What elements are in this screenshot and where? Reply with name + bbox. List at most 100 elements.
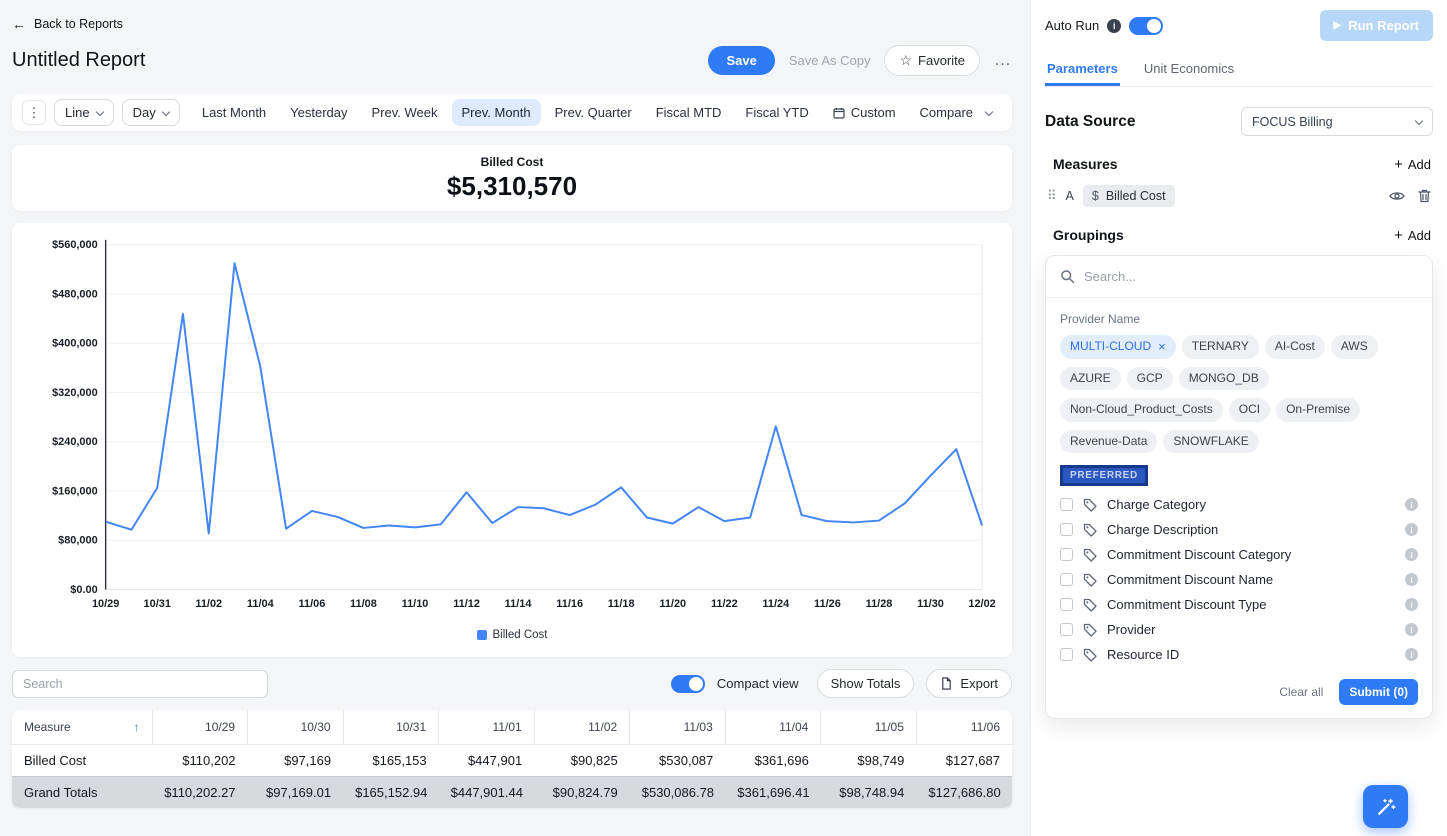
export-button[interactable]: Export	[926, 669, 1012, 698]
column-header-11-05[interactable]: 11/05	[820, 710, 917, 745]
preset-prev-week[interactable]: Prev. Week	[362, 99, 448, 126]
tab-parameters[interactable]: Parameters	[1045, 51, 1120, 86]
info-icon[interactable]: i	[1405, 573, 1418, 587]
auto-run-toggle[interactable]	[1129, 16, 1164, 35]
info-icon[interactable]: i	[1405, 623, 1418, 637]
show-totals-button[interactable]: Show Totals	[816, 669, 915, 698]
column-header-11-03[interactable]: 11/03	[629, 710, 726, 745]
checkbox[interactable]	[1060, 573, 1073, 587]
clear-all-button[interactable]: Clear all	[1279, 685, 1323, 699]
grouping-option-charge-description[interactable]: Charge Description i	[1060, 517, 1418, 542]
info-icon[interactable]: i	[1405, 598, 1418, 612]
checkbox[interactable]	[1060, 598, 1073, 612]
preset-yesterday[interactable]: Yesterday	[280, 99, 357, 126]
provider-chip-azure[interactable]: AZURE	[1060, 366, 1121, 391]
visibility-eye-icon[interactable]	[1389, 190, 1405, 202]
table-row[interactable]: Billed Cost $110,202 $97,169 $165,153 $447,9…	[12, 745, 1012, 777]
billed-cost-line-chart[interactable]: $0.00 $80,000 $160,000 $240,000 $320,000 $400…	[20, 231, 1004, 623]
info-icon[interactable]: i	[1405, 523, 1418, 537]
svg-text:12/02: 12/02	[968, 598, 995, 610]
info-icon[interactable]: i	[1405, 648, 1418, 662]
grouping-option-commitment-discount-name[interactable]: Commitment Discount Name i	[1060, 567, 1418, 592]
provider-chip-non-cloud-product-costs[interactable]: Non-Cloud_Product_Costs	[1060, 398, 1223, 422]
remove-filter-icon[interactable]: ×	[1158, 340, 1166, 353]
provider-chip-revenue-data[interactable]: Revenue-Data	[1060, 429, 1158, 454]
toolbar-menu-button[interactable]: ⋮	[22, 100, 46, 125]
column-header-11-04[interactable]: 11/04	[724, 710, 821, 745]
add-measure-button[interactable]: + Add	[1394, 157, 1431, 172]
grouping-option-resource-id[interactable]: Resource ID i	[1060, 642, 1418, 667]
granularity-select[interactable]: Day	[121, 99, 180, 126]
checkbox[interactable]	[1060, 523, 1073, 537]
preset-fiscal-ytd[interactable]: Fiscal YTD	[735, 99, 818, 126]
back-to-reports-link[interactable]: Back to Reports	[34, 17, 123, 31]
provider-chip-ternary[interactable]: TERNARY	[1181, 335, 1259, 359]
preset-custom[interactable]: Custom	[823, 99, 906, 126]
column-header-10-31[interactable]: 10/31	[342, 710, 439, 745]
preset-last-month[interactable]: Last Month	[192, 99, 276, 126]
info-icon[interactable]: i	[1405, 548, 1418, 562]
preset-prev-month[interactable]: Prev. Month	[451, 99, 541, 126]
info-icon[interactable]: i	[1405, 498, 1418, 512]
svg-text:11/10: 11/10	[402, 598, 429, 610]
cell-value: $165,153	[372, 753, 427, 768]
kpi-value: $5,310,570	[446, 170, 578, 201]
parameters-panel: Auto Run i ▶ Run Report Parameters Unit …	[1030, 0, 1447, 836]
more-options-button[interactable]: …	[994, 50, 1012, 70]
provider-chip-aws[interactable]: AWS	[1330, 335, 1378, 359]
preset-compare[interactable]: Compare	[910, 99, 1002, 126]
tag-icon	[1083, 573, 1097, 587]
popover-body: Provider Name MULTI-CLOUD × TERNARY AI-Cost…	[1046, 298, 1432, 669]
grouping-option-provider[interactable]: Provider i	[1060, 617, 1418, 642]
table-search-input[interactable]	[12, 669, 268, 698]
tab-unit-economics[interactable]: Unit Economics	[1142, 51, 1236, 86]
compact-view-toggle[interactable]	[670, 674, 705, 693]
checkbox[interactable]	[1060, 548, 1073, 562]
svg-text:11/30: 11/30	[917, 598, 944, 610]
add-grouping-button[interactable]: + Add	[1394, 228, 1431, 243]
favorite-button[interactable]: ☆ Favorite	[884, 44, 980, 76]
data-source-select[interactable]: FOCUS Billing	[1241, 107, 1433, 136]
grouping-option-commitment-discount-category[interactable]: Commitment Discount Category i	[1060, 542, 1418, 567]
column-header-10-30[interactable]: 10/30	[247, 710, 344, 745]
save-as-copy-button[interactable]: Save As Copy	[789, 53, 871, 68]
submit-button[interactable]: Submit (0)	[1339, 679, 1418, 706]
column-header-10-29[interactable]: 10/29	[151, 710, 248, 745]
drag-handle-icon[interactable]: ⠿	[1047, 188, 1057, 204]
data-table-card: Measure ↑ 10/29 10/30 10/31 11/01 11/02 11/03 11…	[12, 710, 1012, 808]
provider-chip-mongo-db[interactable]: MONGO_DB	[1178, 366, 1269, 391]
preset-prev-quarter[interactable]: Prev. Quarter	[545, 99, 642, 126]
column-header-11-02[interactable]: 11/02	[533, 710, 630, 745]
provider-chip-oci[interactable]: OCI	[1228, 398, 1271, 422]
sort-asc-icon[interactable]: ↑	[134, 720, 140, 734]
provider-chip-on-premise[interactable]: On-Premise	[1276, 398, 1361, 422]
checkbox[interactable]	[1060, 623, 1073, 637]
provider-chip-gcp[interactable]: GCP	[1126, 366, 1173, 391]
back-row: ← Back to Reports	[12, 16, 1012, 32]
run-report-button[interactable]: ▶ Run Report	[1319, 10, 1433, 41]
provider-chip-ai-cost[interactable]: AI-Cost	[1264, 335, 1325, 359]
measure-chip[interactable]: $ Billed Cost	[1082, 185, 1175, 207]
provider-chip-snowflake[interactable]: SNOWFLAKE	[1163, 429, 1259, 454]
info-icon[interactable]: i	[1107, 18, 1122, 33]
delete-trash-icon[interactable]	[1418, 189, 1431, 203]
save-button[interactable]: Save	[708, 45, 775, 75]
svg-text:11/12: 11/12	[453, 598, 480, 610]
groupings-search-input[interactable]	[1084, 269, 1418, 284]
column-header-11-06[interactable]: 11/06	[915, 710, 1012, 745]
measure-row[interactable]: ⠿ A $ Billed Cost	[1045, 185, 1433, 207]
provider-chip-multi-cloud[interactable]: MULTI-CLOUD ×	[1060, 335, 1176, 359]
chart-type-select[interactable]: Line	[54, 99, 114, 126]
grouping-option-charge-category[interactable]: Charge Category i	[1060, 492, 1418, 517]
grouping-option-commitment-discount-type[interactable]: Commitment Discount Type i	[1060, 592, 1418, 617]
svg-text:10/29: 10/29	[92, 598, 119, 610]
plus-icon: +	[1394, 226, 1403, 244]
checkbox[interactable]	[1060, 648, 1073, 662]
preset-fiscal-mtd[interactable]: Fiscal MTD	[646, 99, 732, 126]
ai-assistant-button[interactable]	[1363, 785, 1408, 828]
tag-icon	[1083, 598, 1097, 612]
column-header-11-01[interactable]: 11/01	[438, 710, 535, 745]
column-header-measure[interactable]: Measure ↑	[12, 710, 152, 745]
checkbox[interactable]	[1060, 498, 1073, 512]
svg-text:11/16: 11/16	[556, 598, 583, 610]
